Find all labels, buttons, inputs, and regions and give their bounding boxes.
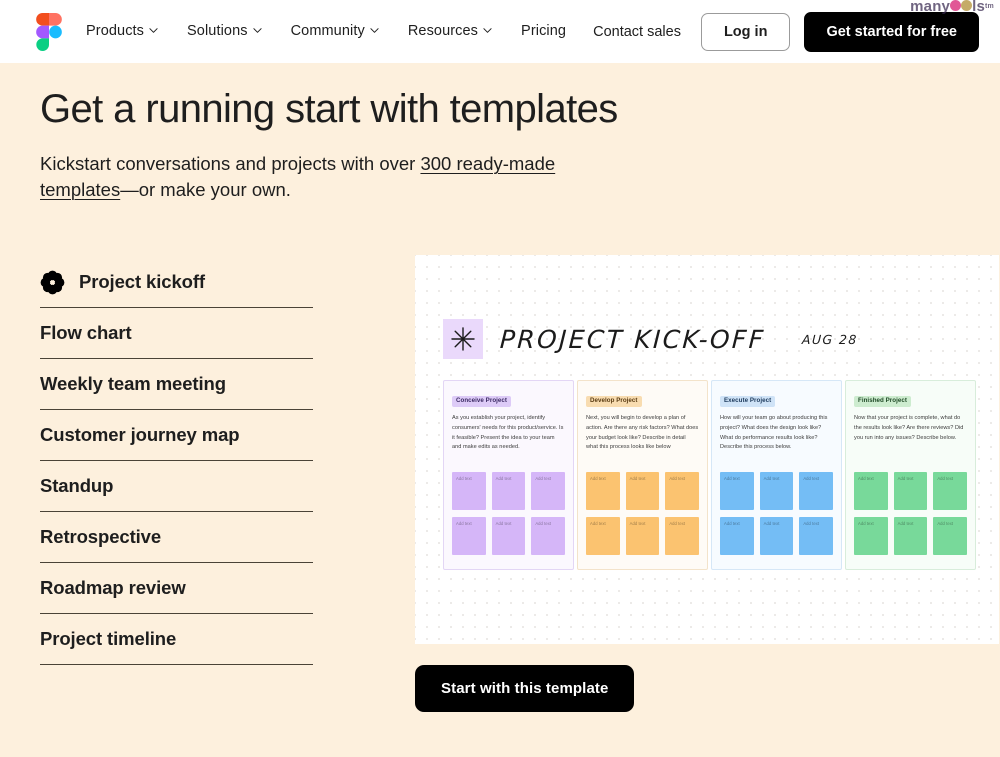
column-description: Next, you will begin to develop a plan o… <box>586 415 699 451</box>
sticky-note[interactable]: Add text <box>854 517 888 556</box>
sticky-note[interactable]: Add text <box>893 517 928 556</box>
template-item-label: Project timeline <box>40 628 177 650</box>
template-preview-column: PROJECT KICK-OFF AUG 28 Conceive Project… <box>415 255 999 713</box>
template-item-standup[interactable]: Standup <box>40 461 313 513</box>
cta-area: Start with this template <box>415 665 999 713</box>
nav-item-community[interactable]: Community <box>291 20 379 43</box>
sticky-note-grid: Add text Add text Add text Add text Add … <box>452 472 565 556</box>
template-list: Project kickoff Flow chart Weekly team m… <box>40 255 313 712</box>
subtitle-text-after: —or make your own. <box>120 179 291 201</box>
content-area: Project kickoff Flow chart Weekly team m… <box>40 255 999 713</box>
nav-label: Products <box>86 23 145 40</box>
chevron-down-icon <box>149 26 158 35</box>
nav-item-solutions[interactable]: Solutions <box>187 20 262 43</box>
column-description: How will your team go about producing th… <box>720 415 828 451</box>
column-tag: Finished Project <box>854 395 911 408</box>
board-title: PROJECT KICK-OFF <box>499 324 767 354</box>
nav-label: Community <box>290 23 365 40</box>
nav-item-products[interactable]: Products <box>86 20 158 43</box>
nav-item-pricing[interactable]: Pricing <box>521 20 566 43</box>
watermark-dot-pink <box>950 0 962 11</box>
figma-logo-icon[interactable] <box>36 12 62 51</box>
sticky-note[interactable]: Add text <box>933 472 967 511</box>
contact-sales-link[interactable]: Contact sales <box>593 24 681 40</box>
chevron-down-icon <box>370 26 379 35</box>
sticky-note[interactable]: Add text <box>491 517 526 556</box>
column-description: As you establish your project, identify … <box>452 415 564 451</box>
sticky-note[interactable]: Add text <box>893 472 928 511</box>
page-subtitle: Kickstart conversations and projects wit… <box>40 151 560 204</box>
template-item-label: Customer journey map <box>40 424 240 446</box>
template-item-customer-journey-map[interactable]: Customer journey map <box>40 410 313 462</box>
watermark-dot-gold <box>961 0 973 11</box>
nav-label: Pricing <box>521 23 567 40</box>
board-column-execute-project[interactable]: Execute Project How will your team go ab… <box>711 380 842 571</box>
sticky-note[interactable]: Add text <box>586 472 620 511</box>
sticky-note[interactable]: Add text <box>625 517 660 556</box>
column-tag: Conceive Project <box>452 395 512 408</box>
template-item-roadmap-review[interactable]: Roadmap review <box>40 563 313 615</box>
template-item-label: Flow chart <box>40 322 132 344</box>
subtitle-text-before: Kickstart conversations and projects wit… <box>40 152 421 174</box>
board-columns: Conceive Project As you establish your p… <box>415 359 999 571</box>
sticky-note[interactable]: Add text <box>586 517 620 556</box>
header-actions: Contact sales Log in Get started for fre… <box>593 11 979 52</box>
sticky-note-grid: Add text Add text Add text Add text Add … <box>586 472 699 556</box>
sticky-note[interactable]: Add text <box>491 472 526 511</box>
template-item-label: Retrospective <box>40 526 162 548</box>
sticky-note[interactable]: Add text <box>720 517 754 556</box>
start-with-this-template-button[interactable]: Start with this template <box>415 665 635 713</box>
template-item-label: Project kickoff <box>79 271 205 293</box>
sticky-note[interactable]: Add text <box>933 517 967 556</box>
column-description: Now that your project is complete, what … <box>854 415 964 441</box>
page-body: Get a running start with templates Kicks… <box>0 63 1000 757</box>
page-title: Get a running start with templates <box>40 87 618 131</box>
board-column-develop-project[interactable]: Develop Project Next, you will begin to … <box>577 380 708 571</box>
nav-item-resources[interactable]: Resources <box>408 20 492 43</box>
chevron-down-icon <box>252 26 262 35</box>
template-item-project-timeline[interactable]: Project timeline <box>40 614 313 666</box>
nav-label: Solutions <box>187 23 248 40</box>
template-item-retrospective[interactable]: Retrospective <box>40 512 313 564</box>
template-preview-board[interactable]: PROJECT KICK-OFF AUG 28 Conceive Project… <box>415 255 999 645</box>
sticky-note-grid: Add text Add text Add text Add text Add … <box>720 472 833 556</box>
sticky-note[interactable]: Add text <box>759 472 794 511</box>
sticky-note[interactable]: Add text <box>452 472 486 511</box>
watermark-trademark: tm <box>985 3 994 10</box>
template-item-flow-chart[interactable]: Flow chart <box>40 308 313 360</box>
log-in-button[interactable]: Log in <box>700 12 791 51</box>
board-column-conceive-project[interactable]: Conceive Project As you establish your p… <box>443 380 574 571</box>
site-header: Products Solutions Community Resources P… <box>0 0 1000 63</box>
sticky-note[interactable]: Add text <box>531 517 565 556</box>
sticky-note[interactable]: Add text <box>625 472 660 511</box>
column-tag: Develop Project <box>586 395 642 408</box>
sticky-note[interactable]: Add text <box>665 517 699 556</box>
template-item-label: Weekly team meeting <box>40 373 226 395</box>
flower-rosette-icon <box>40 270 65 295</box>
template-item-weekly-team-meeting[interactable]: Weekly team meeting <box>40 359 313 411</box>
sticky-note-grid: Add text Add text Add text Add text Add … <box>854 472 967 556</box>
sticky-note[interactable]: Add text <box>854 472 888 511</box>
sticky-note[interactable]: Add text <box>452 517 486 556</box>
asterisk-star-icon <box>443 319 483 360</box>
sticky-note[interactable]: Add text <box>759 517 794 556</box>
sticky-note[interactable]: Add text <box>799 472 833 511</box>
template-item-project-kickoff[interactable]: Project kickoff <box>40 257 313 309</box>
board-header: PROJECT KICK-OFF AUG 28 <box>415 255 999 360</box>
chevron-down-icon <box>483 26 492 35</box>
primary-navigation: Products Solutions Community Resources P… <box>86 20 566 43</box>
sticky-note[interactable]: Add text <box>531 472 565 511</box>
template-item-label: Standup <box>40 475 114 497</box>
template-item-label: Roadmap review <box>40 577 186 599</box>
get-started-button[interactable]: Get started for free <box>804 11 979 52</box>
sticky-note[interactable]: Add text <box>665 472 699 511</box>
sticky-note[interactable]: Add text <box>799 517 833 556</box>
board-column-finished-project[interactable]: Finished Project Now that your project i… <box>845 380 976 571</box>
column-tag: Execute Project <box>720 395 776 408</box>
sticky-note[interactable]: Add text <box>720 472 754 511</box>
board-date: AUG 28 <box>801 331 859 347</box>
nav-label: Resources <box>407 23 479 40</box>
